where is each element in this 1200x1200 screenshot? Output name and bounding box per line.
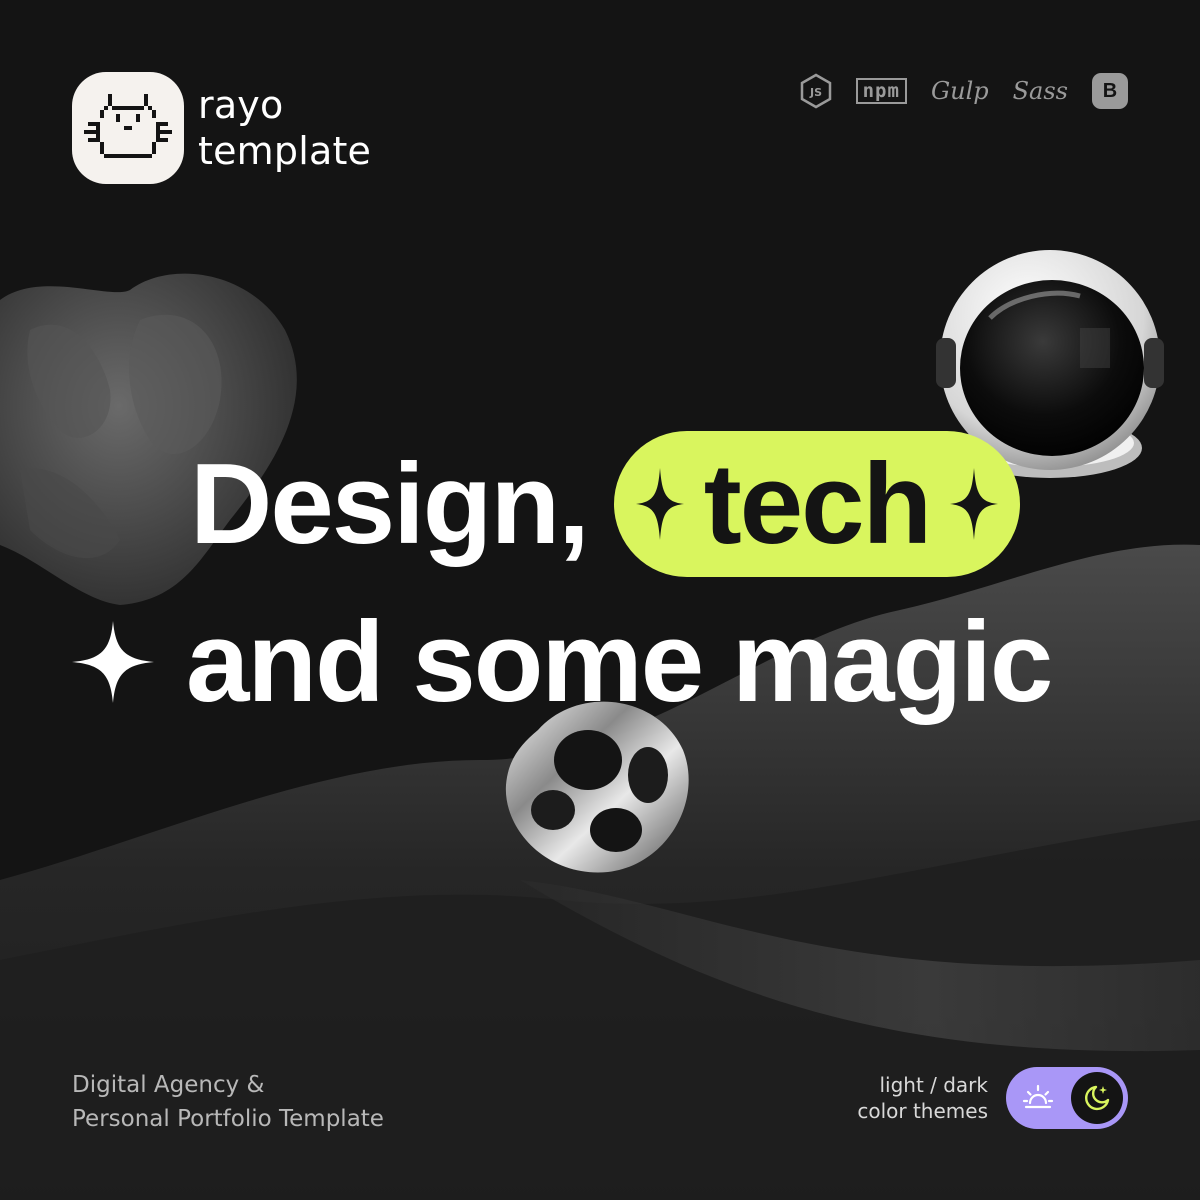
- sparkle-icon: [950, 468, 999, 540]
- sparkle-icon: [635, 468, 684, 540]
- theme-label-line2: color themes: [857, 1099, 988, 1123]
- bootstrap-icon: B: [1092, 73, 1128, 109]
- moon-icon: [1085, 1085, 1110, 1111]
- headline-word-design: Design,: [190, 440, 590, 568]
- gulp-icon: Gulp: [930, 77, 989, 105]
- sparkle-icon: [72, 621, 154, 703]
- highlight-pill: tech: [613, 431, 1021, 577]
- brand-name-line1: rayo: [198, 83, 284, 127]
- npm-icon: npm: [855, 78, 907, 104]
- tagline-line1: Digital Agency &: [72, 1072, 265, 1098]
- brand-name: rayo template: [198, 82, 371, 174]
- hero-banner: rayo template JS npm Gulp Sass B Design,…: [0, 0, 1200, 1200]
- nodejs-icon: JS: [800, 72, 832, 110]
- brand-name-line2: template: [198, 129, 372, 173]
- headline-word-tech: tech: [703, 440, 932, 568]
- tech-stack: JS npm Gulp Sass B: [800, 72, 1128, 110]
- sass-icon: Sass: [1012, 77, 1068, 105]
- brand-logo[interactable]: rayo template: [72, 72, 371, 184]
- chrome-ring-sculpture: [505, 701, 689, 873]
- sunrise-icon[interactable]: [1022, 1082, 1054, 1114]
- svg-text:JS: JS: [809, 86, 822, 99]
- theme-label: light / dark color themes: [857, 1072, 988, 1124]
- theme-toggle[interactable]: [1006, 1067, 1128, 1129]
- tagline-line2: Personal Portfolio Template: [72, 1106, 384, 1132]
- theme-toggle-knob[interactable]: [1071, 1072, 1123, 1124]
- theme-label-line1: light / dark: [879, 1073, 988, 1097]
- tagline: Digital Agency & Personal Portfolio Temp…: [72, 1068, 384, 1136]
- headline-line1: Design, tech: [190, 430, 1021, 578]
- pixel-cat-logo-icon: [72, 72, 184, 184]
